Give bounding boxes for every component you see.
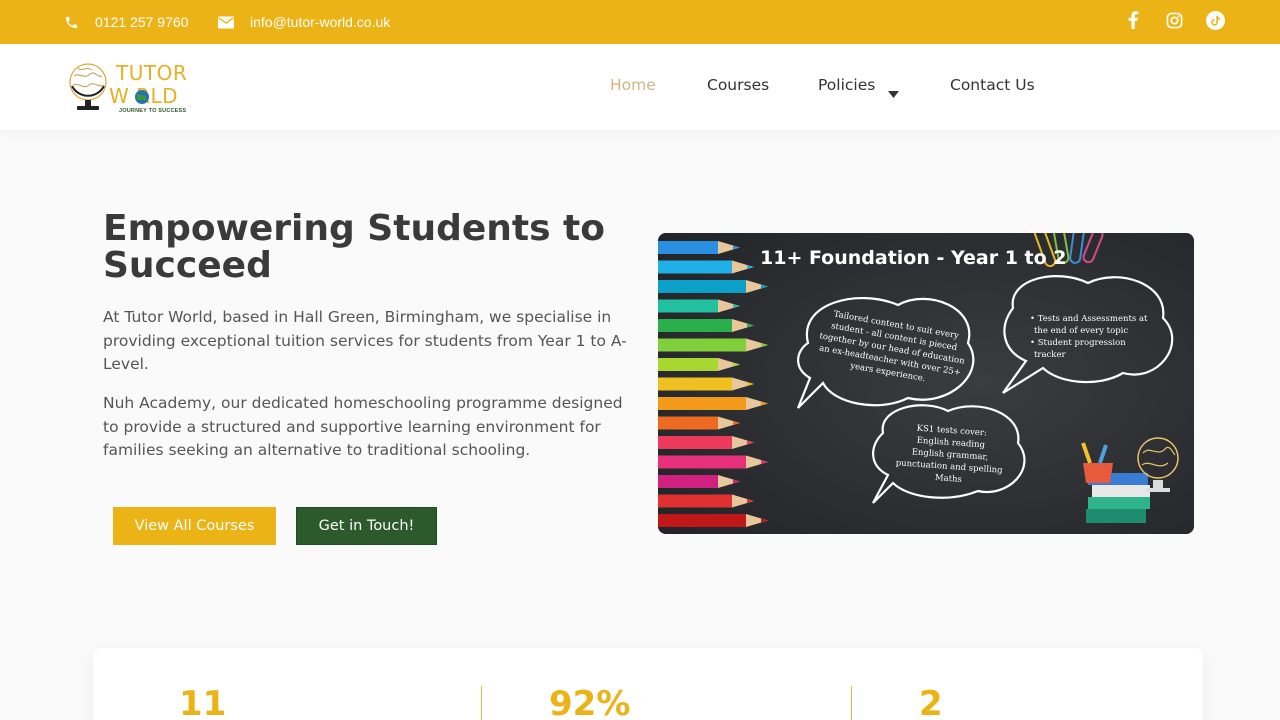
- bubble-tests-line-1: • Tests and Assessments at: [1030, 314, 1148, 324]
- site-logo[interactable]: TUTOR W RLD JOURNEY TO SUCCESS: [64, 56, 204, 118]
- pencil-body: [658, 319, 732, 332]
- tiktok-icon: [1206, 10, 1225, 34]
- bubble-tests-line-2: the end of every topic: [1034, 326, 1129, 336]
- promo-title: 11+ Foundation - Year 1 to 2: [760, 247, 1067, 269]
- phone-number: 0121 257 9760: [95, 14, 189, 30]
- facebook-link[interactable]: [1126, 0, 1140, 44]
- phone-icon: [64, 15, 79, 30]
- hero-title: Empowering Students to Succeed: [103, 208, 605, 286]
- view-all-courses-button[interactable]: View All Courses: [113, 507, 276, 545]
- tiktok-link[interactable]: [1206, 0, 1225, 44]
- logo-tagline: JOURNEY TO SUCCESS: [119, 108, 187, 114]
- pencil-body: [658, 455, 746, 469]
- nav-policies[interactable]: Policies: [818, 76, 875, 94]
- email-address: info@tutor-world.co.uk: [250, 14, 391, 30]
- pencil-body: [658, 260, 732, 274]
- pencil-body: [658, 397, 746, 410]
- facebook-icon: [1126, 11, 1140, 33]
- logo-text-tutor: TUTOR: [116, 61, 188, 85]
- nav-courses[interactable]: Courses: [707, 76, 769, 94]
- hero-paragraph-1: At Tutor World, based in Hall Green, Bir…: [103, 308, 627, 373]
- pencil-body: [658, 514, 746, 527]
- pencil-body: [658, 475, 718, 488]
- instagram-link[interactable]: [1166, 0, 1183, 44]
- pencil-body: [658, 358, 718, 371]
- stat-value-1: 11: [179, 684, 227, 720]
- pencil-body: [658, 299, 718, 313]
- pencil-body: [658, 416, 718, 430]
- phone-link[interactable]: 0121 257 9760: [64, 0, 188, 44]
- nav-contact[interactable]: Contact Us: [950, 76, 1035, 94]
- pencil-body: [658, 338, 746, 352]
- bubble-ks1: KS1 tests cover: English reading English…: [888, 421, 1012, 489]
- pencil-body: [658, 241, 718, 254]
- bubble-tests-line-3: • Student progression: [1030, 338, 1126, 348]
- nav-home[interactable]: Home: [610, 76, 656, 94]
- stats-divider: [481, 686, 482, 720]
- globe-icon: [69, 63, 107, 110]
- caret-down-icon[interactable]: [888, 83, 899, 102]
- instagram-icon: [1166, 12, 1183, 33]
- stats-divider: [851, 686, 852, 720]
- course-promo-image: 11+ Foundation - Year 1 to 2 Tailored co…: [658, 233, 1194, 534]
- envelope-icon: [218, 16, 234, 29]
- pencil-body: [658, 494, 732, 508]
- logo-globe-o-icon: [135, 90, 149, 104]
- top-contact-bar: 0121 257 9760 info@tutor-world.co.uk: [0, 0, 1280, 44]
- stats-panel: 11 92% 2: [93, 648, 1203, 720]
- bubble-tests: • Tests and Assessments at the end of ev…: [1030, 313, 1160, 361]
- pencil-body: [658, 280, 746, 293]
- stat-value-2: 92%: [549, 684, 631, 720]
- bubble-tests-line-4: tracker: [1034, 350, 1066, 360]
- get-in-touch-button[interactable]: Get in Touch!: [296, 507, 437, 545]
- email-link[interactable]: info@tutor-world.co.uk: [218, 0, 390, 44]
- pencil-body: [658, 436, 732, 449]
- pencil-body: [658, 377, 732, 391]
- hero-paragraph-2: Nuh Academy, our dedicated homeschooling…: [103, 394, 623, 459]
- site-header: TUTOR W RLD JOURNEY TO SUCCESS Home Cour…: [0, 44, 1280, 130]
- stat-value-3: 2: [919, 684, 943, 720]
